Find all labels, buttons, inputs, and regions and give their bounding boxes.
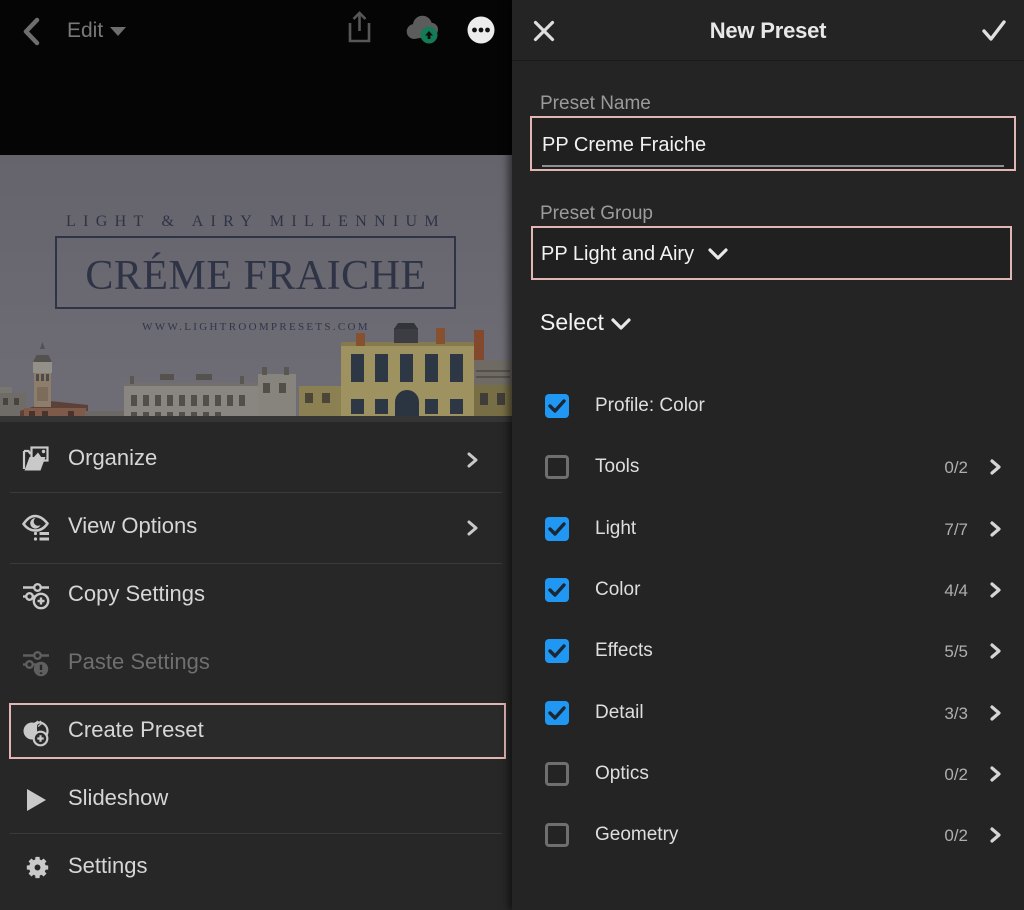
svg-text:LIGHT & AIRY MILLENNIUM: LIGHT & AIRY MILLENNIUM	[66, 213, 446, 230]
svg-text:WWW.LIGHTROOMPRESETS.COM: WWW.LIGHTROOMPRESETS.COM	[142, 321, 370, 333]
svg-text:CRÉME FRAICHE: CRÉME FRAICHE	[85, 252, 426, 299]
